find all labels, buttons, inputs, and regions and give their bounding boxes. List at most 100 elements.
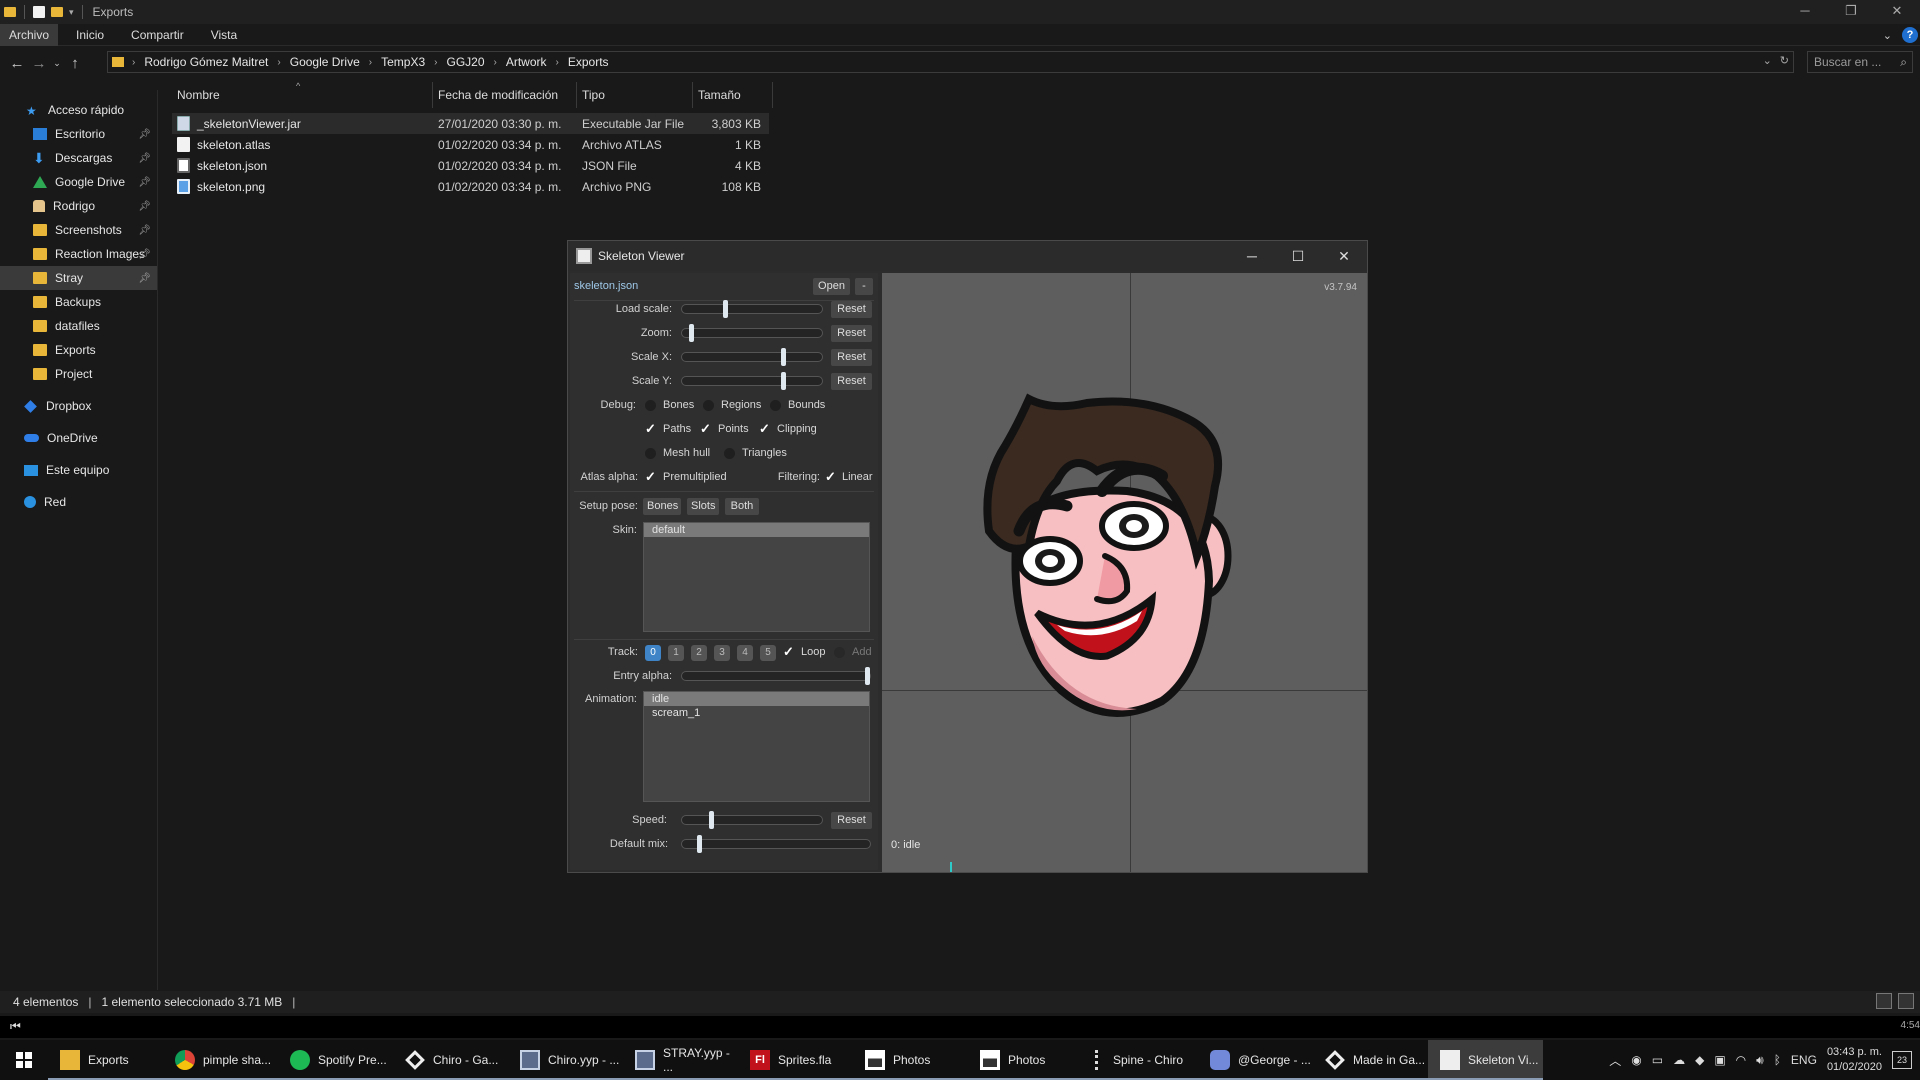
breadcrumb-item[interactable]: Google Drive — [290, 55, 360, 69]
taskbar-item-spine[interactable]: Spine - Chiro — [1083, 1040, 1198, 1080]
reset-speed-button[interactable]: Reset — [831, 812, 872, 829]
reset-load-scale-button[interactable]: Reset — [831, 301, 872, 318]
nav-item-escritorio[interactable]: Escritorio 📌︎ — [0, 122, 157, 146]
pin-icon[interactable]: 📌︎ — [138, 177, 151, 188]
track-4-button[interactable]: 4 — [737, 645, 753, 661]
column-header-fecha[interactable]: Fecha de modificación — [433, 82, 577, 108]
taskbar-item-photos[interactable]: Photos — [853, 1040, 968, 1080]
nav-item-reaction-images[interactable]: Reaction Images 📌︎ — [0, 242, 157, 266]
properties-icon[interactable] — [33, 6, 45, 18]
back-arrow-icon[interactable]: ← — [6, 55, 28, 72]
taskbar-item-chiro-gamemaker[interactable]: Chiro - Ga... — [393, 1040, 508, 1080]
breadcrumb-separator-icon[interactable]: › — [369, 57, 372, 68]
nav-item-backups[interactable]: Backups — [0, 290, 157, 314]
large-icons-view-icon[interactable] — [1898, 993, 1914, 1009]
breadcrumb-item[interactable]: GGJ20 — [446, 55, 484, 69]
nav-item-datafiles[interactable]: datafiles — [0, 314, 157, 338]
onedrive-cloud-icon[interactable]: ☁ — [1673, 1053, 1685, 1067]
animation-item[interactable]: scream_1 — [644, 706, 869, 720]
search-input[interactable]: Buscar en ... ⌕ — [1807, 51, 1913, 73]
bounds-checkbox[interactable] — [770, 400, 781, 411]
skin-list[interactable]: default — [643, 522, 870, 632]
nav-item-screenshots[interactable]: Screenshots 📌︎ — [0, 218, 157, 242]
taskbar-item-skeleton-viewer[interactable]: Skeleton Vi... — [1428, 1040, 1543, 1080]
start-button[interactable] — [0, 1040, 48, 1080]
reset-zoom-button[interactable]: Reset — [831, 325, 872, 342]
slider-thumb[interactable] — [781, 348, 786, 366]
column-header-tamano[interactable]: Tamaño — [693, 82, 773, 108]
pin-icon[interactable]: 📌︎ — [138, 249, 151, 260]
breadcrumb-separator-icon[interactable]: › — [277, 57, 280, 68]
pin-icon[interactable]: 📌︎ — [138, 129, 151, 140]
scale-x-slider[interactable] — [681, 348, 823, 366]
notifications-icon[interactable]: 23 — [1892, 1051, 1912, 1069]
nav-item-exports[interactable]: Exports — [0, 338, 157, 362]
minimize-button[interactable]: ─ — [1229, 241, 1275, 271]
loop-checkbox[interactable] — [783, 644, 795, 660]
previous-track-icon[interactable]: ⏮ — [10, 1019, 21, 1034]
volume-icon[interactable]: 🔊︎ — [1756, 1053, 1764, 1068]
viewer-title-bar[interactable]: Skeleton Viewer ─ ☐ ✕ — [568, 241, 1367, 271]
breadcrumb-item[interactable]: TempX3 — [381, 55, 425, 69]
nav-network[interactable]: Red — [0, 490, 157, 514]
breadcrumb-separator-icon[interactable]: › — [132, 57, 135, 68]
slider-thumb[interactable] — [723, 300, 728, 318]
breadcrumb-separator-icon[interactable]: › — [494, 57, 497, 68]
slider-thumb[interactable] — [781, 372, 786, 390]
maximize-button[interactable]: ☐ — [1275, 241, 1321, 271]
forward-arrow-icon[interactable]: → — [28, 55, 50, 72]
nav-item-google-drive[interactable]: Google Drive 📌︎ — [0, 170, 157, 194]
recent-locations-chevron-icon[interactable]: ⌄ — [50, 58, 64, 69]
premultiplied-checkbox[interactable] — [645, 469, 657, 485]
taskbar-item-chiro-yyp[interactable]: Chiro.yyp - ... — [508, 1040, 623, 1080]
taskbar-item-made-in-gamemaker[interactable]: Made in Ga... — [1313, 1040, 1428, 1080]
taskbar-item-discord[interactable]: @George - ... — [1198, 1040, 1313, 1080]
close-button[interactable]: ✕ — [1321, 241, 1367, 271]
scale-y-slider[interactable] — [681, 372, 823, 390]
tab-vista[interactable]: Vista — [202, 24, 246, 46]
tab-compartir[interactable]: Compartir — [122, 24, 193, 46]
minus-button[interactable]: - — [855, 278, 873, 295]
nav-item-descargas[interactable]: ⬇ Descargas 📌︎ — [0, 146, 157, 170]
column-header-tipo[interactable]: Tipo — [577, 82, 693, 108]
taskbar-item-exports[interactable]: Exports — [48, 1040, 163, 1080]
file-row[interactable]: _skeletonViewer.jar 27/01/2020 03:30 p. … — [172, 113, 769, 134]
wifi-icon[interactable]: ◠ — [1736, 1053, 1746, 1067]
pin-icon[interactable]: 📌︎ — [138, 201, 151, 212]
expand-ribbon-icon[interactable]: ⌄ — [1883, 29, 1892, 42]
points-checkbox[interactable] — [700, 421, 712, 437]
refresh-icon[interactable]: ↻ — [1780, 54, 1789, 67]
linear-checkbox[interactable] — [825, 469, 837, 485]
address-dropdown-icon[interactable]: ⌄ — [1763, 54, 1772, 67]
taskbar-item-sprites-fla[interactable]: Fl Sprites.fla — [738, 1040, 853, 1080]
details-view-icon[interactable] — [1876, 993, 1892, 1009]
speed-slider[interactable] — [681, 811, 823, 829]
show-hidden-icons-chevron-icon[interactable]: ︿ — [1609, 1052, 1621, 1069]
dropbox-tray-icon[interactable]: ◆ — [1695, 1053, 1704, 1067]
up-arrow-icon[interactable]: ↑ — [64, 55, 86, 72]
nav-item-project[interactable]: Project — [0, 362, 157, 386]
taskbar-item-spotify[interactable]: Spotify Pre... — [278, 1040, 393, 1080]
breadcrumb-item[interactable]: Artwork — [506, 55, 547, 69]
file-row[interactable]: skeleton.png 01/02/2020 03:34 p. m. Arch… — [172, 176, 769, 197]
setup-both-button[interactable]: Both — [725, 498, 759, 515]
load-scale-slider[interactable] — [681, 300, 823, 318]
zoom-slider[interactable] — [681, 324, 823, 342]
triangles-checkbox[interactable] — [724, 448, 735, 459]
pin-icon[interactable]: 📌︎ — [138, 153, 151, 164]
open-button[interactable]: Open — [813, 278, 850, 295]
setup-bones-button[interactable]: Bones — [643, 498, 681, 515]
mesh-hull-checkbox[interactable] — [645, 448, 656, 459]
bluetooth-icon[interactable]: ᛒ — [1774, 1053, 1781, 1067]
reset-scale-x-button[interactable]: Reset — [831, 349, 872, 366]
nav-item-rodrigo[interactable]: Rodrigo 📌︎ — [0, 194, 157, 218]
clipping-checkbox[interactable] — [759, 421, 771, 437]
address-bar[interactable]: › Rodrigo Gómez Maitret › Google Drive ›… — [107, 51, 1794, 73]
file-row[interactable]: skeleton.atlas 01/02/2020 03:34 p. m. Ar… — [172, 134, 769, 155]
track-5-button[interactable]: 5 — [760, 645, 776, 661]
language-indicator[interactable]: ENG — [1791, 1053, 1817, 1067]
nav-item-stray[interactable]: Stray 📌︎ — [0, 266, 157, 290]
breadcrumb-separator-icon[interactable]: › — [556, 57, 559, 68]
pin-icon[interactable]: 📌︎ — [138, 273, 151, 284]
slider-thumb[interactable] — [697, 835, 702, 853]
